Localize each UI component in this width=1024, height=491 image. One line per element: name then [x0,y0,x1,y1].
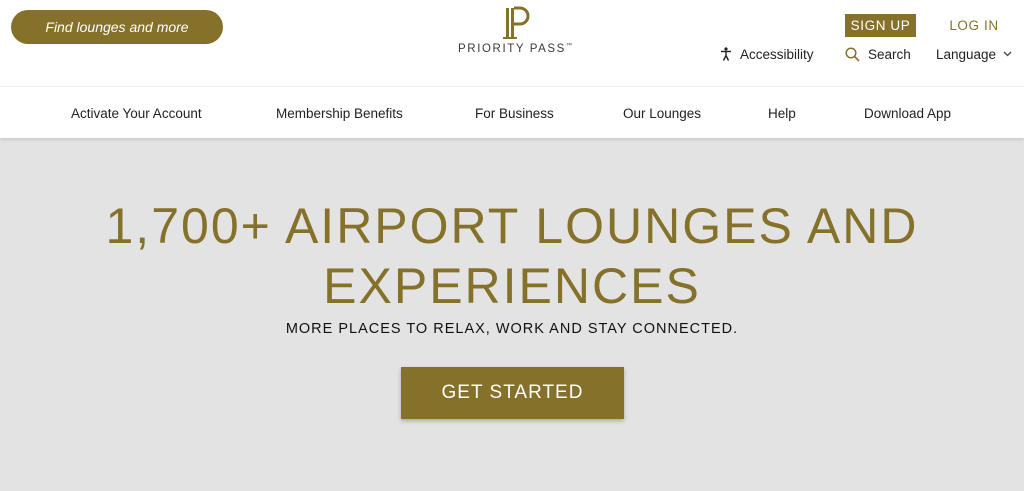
login-link[interactable]: LOG IN [943,14,1005,37]
top-header: Find lounges and more PRIORITY PASS™ SIG… [0,0,1024,86]
nav-item-membership-benefits[interactable]: Membership Benefits [276,87,403,139]
nav-item-help[interactable]: Help [768,87,796,139]
accessibility-label: Accessibility [740,46,814,62]
logo-wordmark: PRIORITY PASS™ [458,43,572,55]
priority-pass-logo-mark-icon [503,6,530,39]
accessibility-link[interactable]: Accessibility [720,44,814,64]
search-label: Search [868,46,911,62]
language-label: Language [936,46,997,62]
language-selector[interactable]: Language [936,44,1020,64]
find-lounges-button[interactable]: Find lounges and more [11,10,223,44]
hero-banner: 1,700+ AIRPORT LOUNGES AND EXPERIENCES M… [0,138,1024,491]
accessibility-person-icon [721,47,731,61]
priority-pass-logo[interactable]: PRIORITY PASS™ [455,6,575,66]
get-started-button[interactable]: GET STARTED [401,367,624,419]
chevron-down-icon [1003,51,1012,57]
nav-item-download-app[interactable]: Download App [864,87,951,139]
search-link[interactable]: Search [845,44,911,64]
signup-button[interactable]: SIGN UP [845,14,916,37]
nav-item-activate-account[interactable]: Activate Your Account [71,87,202,139]
nav-item-our-lounges[interactable]: Our Lounges [623,87,701,139]
search-icon [845,46,860,62]
hero-subtitle: MORE PLACES TO RELAX, WORK AND STAY CONN… [285,321,739,337]
main-navigation: Activate Your Account Membership Benefit… [0,86,1024,138]
nav-item-for-business[interactable]: For Business [475,87,554,139]
hero-title: 1,700+ AIRPORT LOUNGES AND EXPERIENCES [105,198,919,314]
